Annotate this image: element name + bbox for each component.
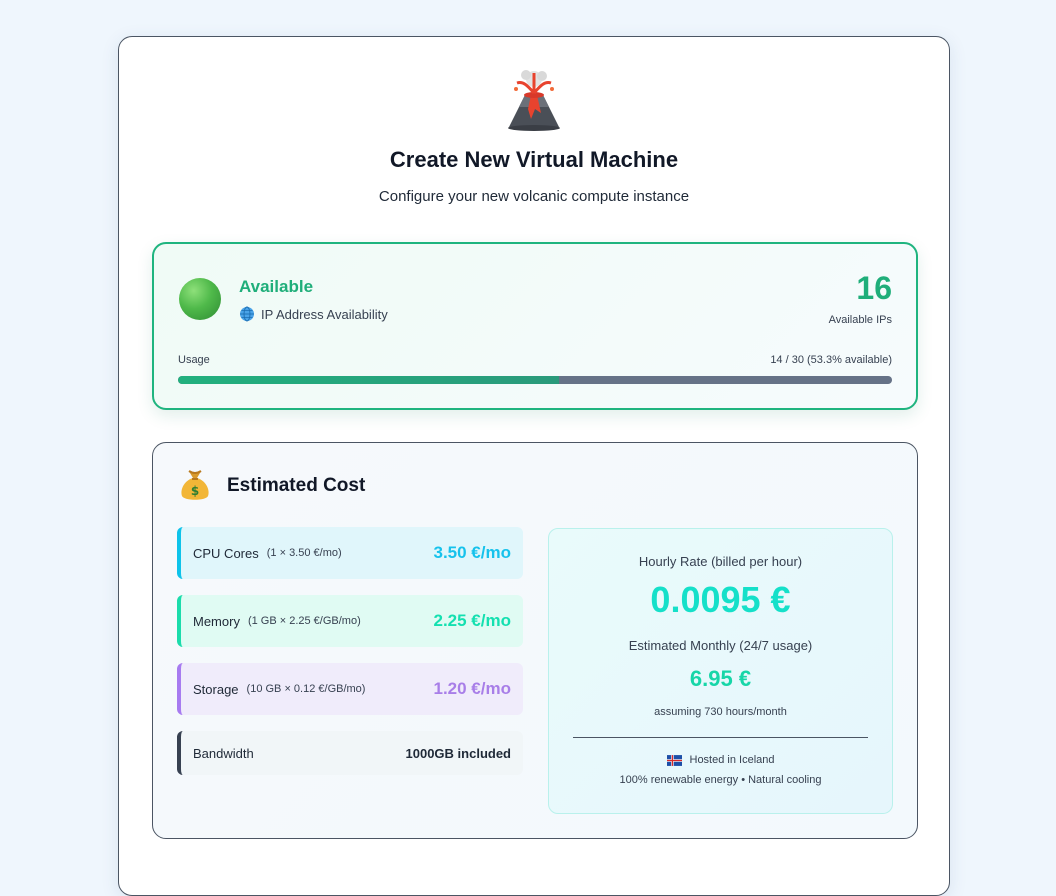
money-bag-icon: $ — [181, 470, 209, 500]
ip-caption-text: IP Address Availability — [261, 306, 388, 322]
cost-item-detail: (1 × 3.50 €/mo) — [266, 547, 342, 559]
hourly-rate-label: Hourly Rate (billed per hour) — [638, 554, 803, 569]
usage-progress-bar — [178, 376, 892, 384]
monthly-estimate-note: assuming 730 hours/month — [654, 706, 787, 718]
hosted-location: Hosted in Iceland — [549, 754, 892, 766]
cost-item-price: 1000GB included — [405, 745, 511, 761]
cost-item-cpu: CPU Cores (1 × 3.50 €/mo) 3.50 €/mo — [177, 527, 523, 579]
monthly-estimate-label: Estimated Monthly (24/7 usage) — [628, 638, 813, 653]
cost-item-detail: (1 GB × 2.25 €/GB/mo) — [247, 615, 361, 627]
globe-icon — [240, 306, 254, 322]
page-title: Create New Virtual Machine — [389, 147, 679, 172]
create-vm-card: Create New Virtual Machine Configure you… — [118, 36, 950, 896]
cost-title: Estimated Cost — [227, 475, 366, 496]
cost-item-price: 3.50 €/mo — [433, 543, 512, 562]
ip-availability-caption: IP Address Availability — [239, 306, 388, 322]
rate-divider — [573, 737, 868, 738]
usage-label: Usage — [178, 354, 210, 366]
cost-item-name: CPU Cores — [193, 545, 259, 561]
availability-status: Available — [239, 277, 314, 296]
available-ip-count: 16 — [856, 270, 892, 306]
cost-item-name: Memory — [193, 613, 240, 629]
usage-value: 14 / 30 (53.3% available) — [770, 354, 892, 366]
hourly-rate-value: 0.0095 € — [650, 579, 791, 620]
volcano-icon — [119, 65, 949, 137]
ip-availability-panel: Available IP Address Availability 16 Ava… — [152, 242, 918, 410]
usage-progress-fill — [178, 376, 559, 384]
available-ip-label: Available IPs — [828, 314, 892, 326]
iceland-flag-icon — [666, 754, 682, 766]
green-circle-icon — [179, 278, 221, 320]
svg-text:$: $ — [191, 484, 199, 498]
cost-item-name: Storage — [193, 681, 239, 697]
energy-note: 100% renewable energy • Natural cooling — [619, 774, 822, 786]
cost-item-name: Bandwidth — [193, 745, 254, 761]
monthly-estimate-value: 6.95 € — [689, 666, 752, 691]
cost-item-memory: Memory (1 GB × 2.25 €/GB/mo) 2.25 €/mo — [177, 595, 523, 647]
estimated-cost-panel: $ Estimated Cost CPU Cores (1 × 3.50 €/m… — [152, 442, 918, 839]
cost-item-price: 2.25 €/mo — [433, 611, 512, 630]
rate-summary-box: Hourly Rate (billed per hour) 0.0095 € E… — [548, 528, 893, 814]
cost-item-price: 1.20 €/mo — [433, 679, 512, 698]
cost-item-storage: Storage (10 GB × 0.12 €/GB/mo) 1.20 €/mo — [177, 663, 523, 715]
cost-item-detail: (10 GB × 0.12 €/GB/mo) — [246, 683, 366, 695]
cost-item-bandwidth: Bandwidth 1000GB included — [177, 731, 523, 775]
page-subtitle: Configure your new volcanic compute inst… — [378, 188, 690, 205]
hosted-text: Hosted in Iceland — [689, 754, 775, 766]
